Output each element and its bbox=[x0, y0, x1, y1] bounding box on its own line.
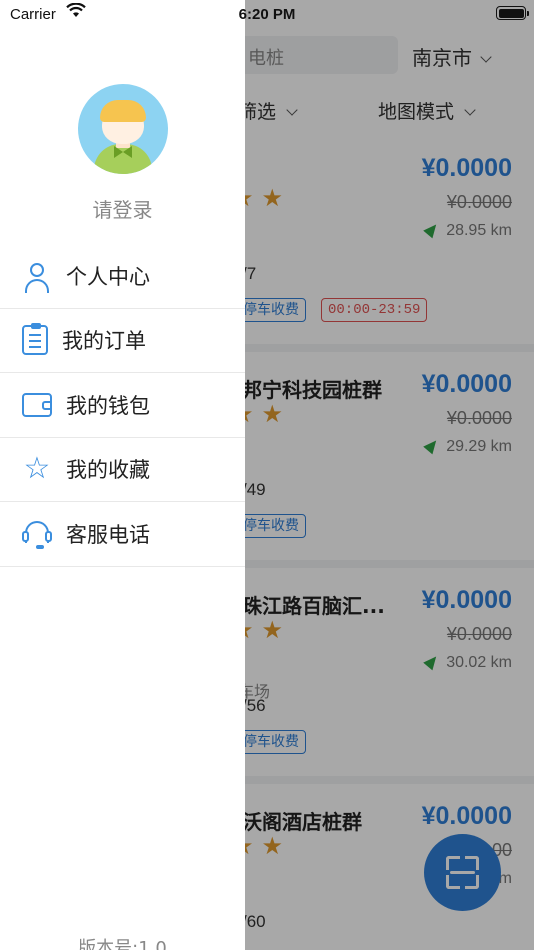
menu-item-label: 我的钱包 bbox=[66, 393, 150, 418]
menu-item-profile[interactable]: 个人中心 bbox=[0, 244, 245, 309]
menu-item-label: 客服电话 bbox=[66, 522, 150, 547]
status-bar: Carrier 6:20 PM bbox=[0, 0, 534, 28]
menu-item-favorites[interactable]: ☆ 我的收藏 bbox=[0, 438, 245, 502]
star-icon: ☆ bbox=[23, 451, 51, 487]
side-drawer: 请登录 个人中心 我的订单 我的钱包 ☆ 我的收藏 客服电话 版本号:1.0 bbox=[0, 0, 245, 950]
menu-item-customer-service[interactable]: 客服电话 bbox=[0, 502, 245, 567]
avatar[interactable] bbox=[78, 84, 168, 174]
battery-icon bbox=[496, 6, 529, 20]
headset-icon bbox=[22, 519, 52, 549]
clock: 6:20 PM bbox=[238, 6, 296, 23]
login-link[interactable]: 请登录 bbox=[0, 194, 245, 223]
wallet-icon bbox=[22, 392, 52, 417]
menu-item-wallet[interactable]: 我的钱包 bbox=[0, 373, 245, 438]
drawer-menu: 个人中心 我的订单 我的钱包 ☆ 我的收藏 客服电话 bbox=[0, 244, 245, 567]
order-icon bbox=[22, 323, 48, 356]
user-icon bbox=[22, 261, 52, 293]
menu-item-label: 个人中心 bbox=[66, 264, 150, 289]
menu-item-label: 我的订单 bbox=[62, 329, 146, 354]
menu-item-orders[interactable]: 我的订单 bbox=[0, 309, 245, 373]
menu-item-label: 我的收藏 bbox=[66, 458, 150, 483]
version-label: 版本号:1.0 bbox=[78, 938, 167, 950]
